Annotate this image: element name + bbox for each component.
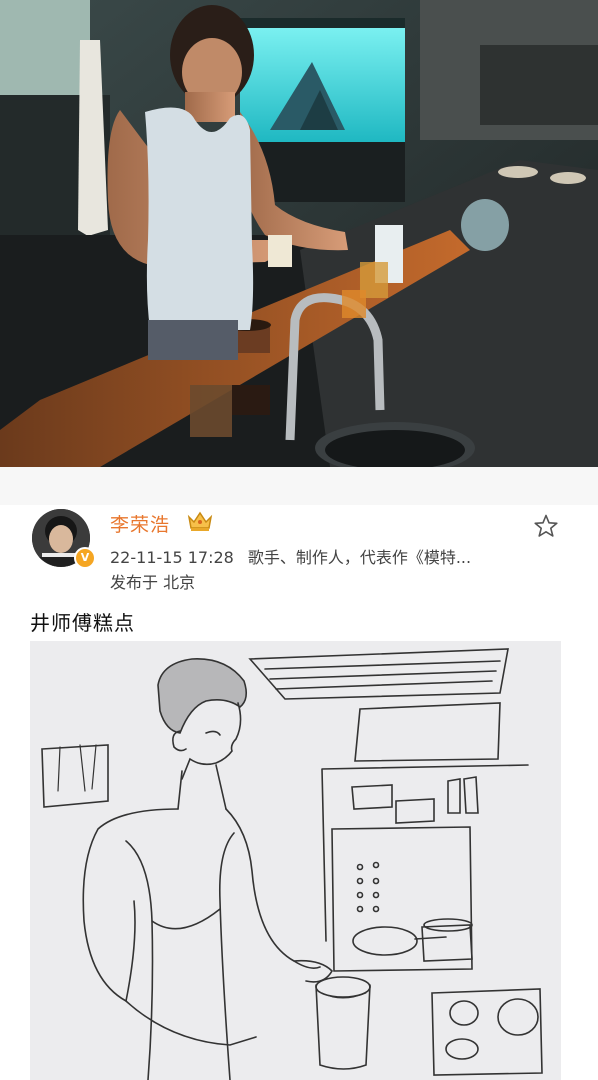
post-image-sketch[interactable] [30,641,561,1080]
crown-icon[interactable] [186,509,214,533]
star-outline-icon[interactable] [533,513,559,539]
post-caption: 井师傅糕点 [30,611,135,635]
verified-badge: V [74,547,96,569]
video-still-photo [0,0,598,467]
section-divider [0,467,598,505]
author-name[interactable]: 李荣浩 [110,510,170,537]
author-bio: 歌手、制作人，代表作《模特... [247,548,472,567]
weibo-post: V 李荣浩 22-11-15 17:28 歌手、制作人，代表作《模特... 发布于… [0,505,598,1080]
post-location: 发布于 北京 [110,573,196,592]
post-timestamp: 22-11-15 17:28 [110,548,234,567]
post-meta: 22-11-15 17:28 歌手、制作人，代表作《模特... [110,544,530,568]
